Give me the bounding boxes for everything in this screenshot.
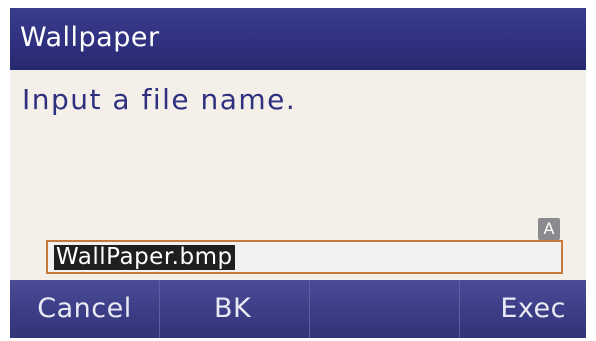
file-name-input[interactable]: WallPaper.bmp — [46, 240, 563, 274]
screen-title: Wallpaper — [20, 22, 160, 53]
empty-softkey[interactable] — [310, 280, 460, 338]
title-bar: Wallpaper — [10, 8, 586, 70]
input-prompt: Input a file name. — [22, 83, 297, 116]
phone-screen: Wallpaper Input a file name. A WallPaper… — [10, 8, 586, 338]
file-name-value: WallPaper.bmp — [54, 244, 235, 270]
backspace-softkey[interactable]: BK — [160, 280, 310, 338]
content-area: Input a file name. A WallPaper.bmp — [10, 70, 586, 280]
exec-softkey[interactable]: Exec — [460, 280, 586, 338]
softkey-bar: Cancel BK Exec — [10, 280, 586, 338]
cancel-softkey[interactable]: Cancel — [10, 280, 160, 338]
input-mode-indicator: A — [538, 218, 560, 240]
